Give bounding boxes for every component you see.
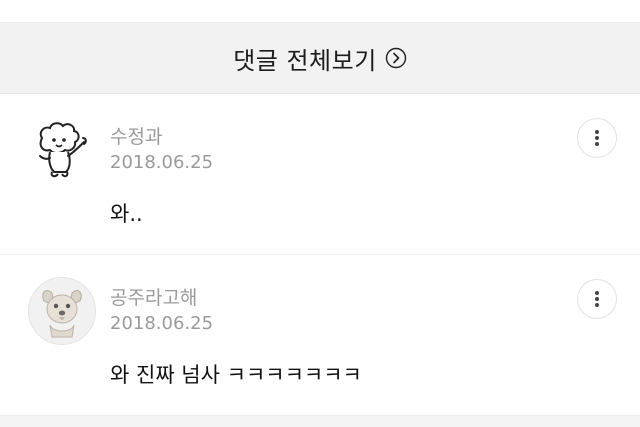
chevron-right-circle-icon <box>385 47 407 69</box>
comment-text: 와.. <box>110 202 143 226</box>
top-strip <box>0 0 640 23</box>
comment-username[interactable]: 수정과 <box>110 122 162 149</box>
more-options-button[interactable] <box>577 118 617 158</box>
comment-item: 공주라고해 2018.06.25 와 진짜 넘사 ㅋㅋㅋㅋㅋㅋㅋ <box>0 255 640 416</box>
comment-date: 2018.06.25 <box>110 313 214 334</box>
comment-username[interactable]: 공주라고해 <box>110 283 197 310</box>
bottom-divider <box>0 416 640 427</box>
view-all-comments-label: 댓글 전체보기 <box>233 46 377 75</box>
comment-date: 2018.06.25 <box>110 152 214 173</box>
dog-photo-avatar-icon[interactable] <box>28 277 96 345</box>
comment-text: 와 진짜 넘사 ㅋㅋㅋㅋㅋㅋㅋ <box>110 363 362 387</box>
more-vertical-icon <box>595 130 599 146</box>
comment-item: 수정과 2018.06.25 와.. <box>0 94 640 255</box>
comments-page: 댓글 전체보기 수정과 2018.06.25 와.. 공주라고해 2018.06… <box>0 0 640 427</box>
more-options-button[interactable] <box>577 279 617 319</box>
view-all-comments-button[interactable]: 댓글 전체보기 <box>0 23 640 94</box>
more-vertical-icon <box>595 291 599 307</box>
cartoon-puppy-avatar-icon[interactable] <box>28 116 94 182</box>
